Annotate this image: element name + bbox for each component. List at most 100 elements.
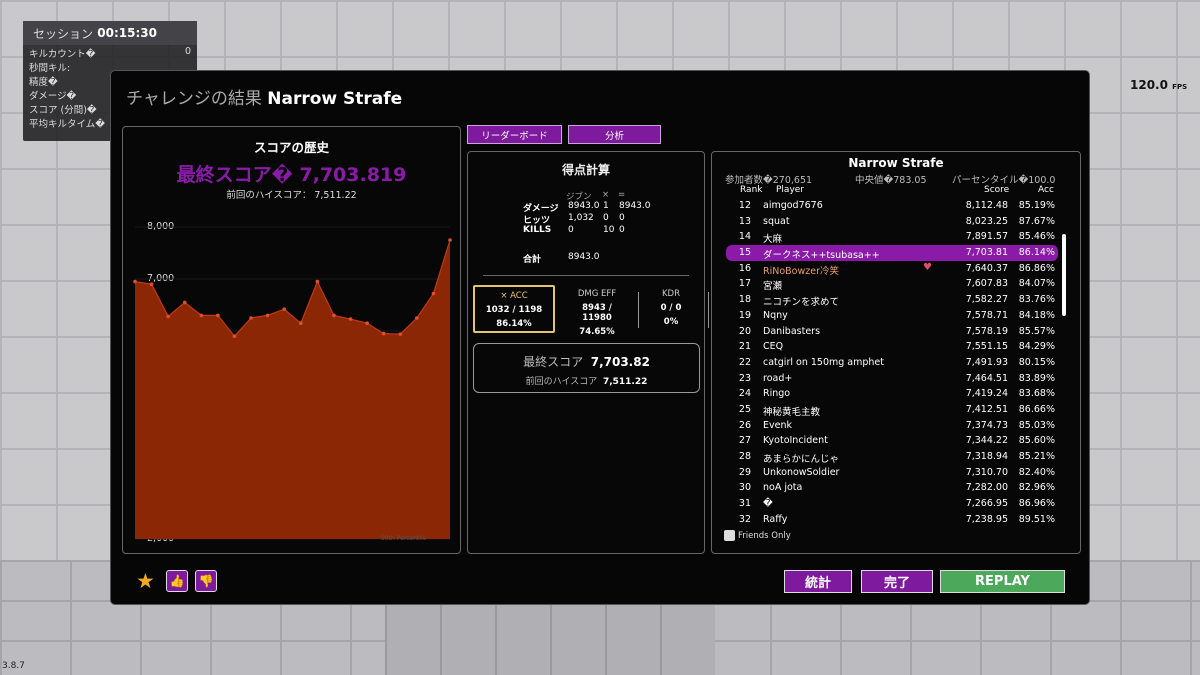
player-accuracy: 82.40%: [1018, 466, 1055, 478]
leaderboard-row[interactable]: 32 Raffy 7,238.95 89.51%: [726, 512, 1058, 528]
player-score: 7,419.24: [965, 388, 1008, 400]
rank: 14: [738, 231, 751, 243]
score-point: [282, 307, 287, 311]
calc-row-multiplier: 10: [603, 225, 615, 235]
rank: 31: [738, 498, 751, 510]
leaderboard-row[interactable]: 23 road+ 7,464.51 83.89%: [726, 371, 1058, 387]
final-score-line: 最終スコア 7,703.82: [474, 353, 699, 370]
rank: 16: [738, 262, 751, 274]
percentile: パーセンタイル�100.0: [952, 175, 1056, 186]
session-hud-header: セッション 00:15:30: [23, 21, 197, 45]
stat-box[interactable]: DMG EFF 8943 / 11980 74.65%: [566, 285, 628, 337]
thumbs-down-icon[interactable]: 👎: [195, 570, 217, 592]
stat-box[interactable]: KDR 0 / 0 0%: [640, 285, 702, 333]
thumbs-up-icon[interactable]: 👍: [166, 570, 188, 592]
rank: 13: [738, 215, 751, 227]
session-stat-label: 平均キルタイム�: [29, 119, 106, 130]
calc-row-label: KILLS: [523, 225, 552, 235]
fps-counter: 120.0 FPS: [1130, 78, 1187, 92]
median-score: 中央値�783.05: [855, 175, 927, 186]
player-name: ニコチンを求めて: [763, 297, 840, 309]
calc-row: KILLS 0 10 0: [523, 225, 625, 235]
rank: 26: [738, 419, 751, 431]
player-score: 7,551.15: [965, 341, 1008, 353]
leaderboard-row[interactable]: 26 Evenk 7,374.73 85.03%: [726, 418, 1058, 434]
rank: 27: [738, 435, 751, 447]
player-score: 8,023.25: [965, 215, 1008, 227]
score-area: [135, 240, 450, 539]
col-rank: Rank: [740, 185, 763, 195]
calc-total-label: 合計: [523, 255, 542, 265]
score-point: [298, 321, 303, 325]
player-name: Raffy: [763, 513, 788, 525]
leaderboard-panel: Narrow Strafe 参加者数�270,651 中央値�783.05 パー…: [711, 151, 1081, 554]
player-score: 7,891.57: [965, 231, 1008, 243]
stat-ratio: 0 / 0: [660, 303, 682, 313]
calc-row-self: 0: [568, 225, 574, 235]
player-score: 8,112.48: [965, 200, 1008, 211]
favorite-star-icon[interactable]: ★: [136, 570, 155, 592]
player-score: 7,582.27: [965, 294, 1008, 306]
player-name: Evenk: [763, 419, 792, 431]
tab-analysis[interactable]: 分析: [568, 125, 661, 144]
leaderboard-row[interactable]: 21 CEQ 7,551.15 84.29%: [726, 339, 1058, 355]
leaderboard-row[interactable]: 28 あまらかにんじゃ 7,318.94 85.21%: [726, 449, 1058, 465]
rank: 25: [738, 403, 751, 415]
stats-button[interactable]: 統計: [784, 570, 852, 593]
player-score: 7,238.95: [965, 513, 1008, 525]
leaderboard-row[interactable]: 31 � 7,266.95 86.96%: [726, 496, 1058, 512]
session-stat-row: キルカウント� 0: [23, 45, 197, 60]
friends-only-checkbox[interactable]: [724, 530, 735, 541]
player-name: RiNoBowzer冷笑: [763, 265, 839, 277]
stat-box[interactable]: × ACC 1032 / 1198 86.14%: [473, 285, 555, 333]
leaderboard-row[interactable]: 20 Danibasters 7,578.19 85.57%: [726, 324, 1058, 340]
leaderboard-scrollbar[interactable]: [1062, 234, 1066, 316]
calc-title: 得点計算: [561, 163, 610, 177]
player-accuracy: 83.89%: [1018, 372, 1055, 384]
leaderboard-row[interactable]: 14 大麻 7,891.57 85.46%: [726, 229, 1058, 245]
score-history-panel: スコアの歴史 最終スコア� 7,703.819 前回のハイスコア： 7,511.…: [122, 126, 461, 554]
player-accuracy: 83.76%: [1018, 294, 1055, 306]
leaderboard-row[interactable]: 24 Ringo 7,419.24 83.68%: [726, 386, 1058, 402]
player-name: 宮瀬: [763, 281, 783, 293]
leaderboard-row[interactable]: 16 RiNoBowzer冷笑 7,640.37 86.86% ♥: [726, 261, 1058, 277]
leaderboard-row[interactable]: 19 Nqny 7,578.71 84.18%: [726, 308, 1058, 324]
rank: 22: [738, 356, 751, 368]
calc-header-times: ×: [602, 190, 610, 200]
leaderboard-row[interactable]: 13 squat 8,023.25 87.67%: [726, 214, 1058, 230]
leaderboard-row[interactable]: 22 catgirl on 150mg amphet 7,491.93 80.15%: [726, 355, 1058, 371]
leaderboard-row[interactable]: 17 宮瀬 7,607.83 84.07%: [726, 276, 1058, 292]
player-accuracy: 82.96%: [1018, 482, 1055, 494]
leaderboard-row[interactable]: 12 aimgod7676 8,112.48 85.19%: [726, 198, 1058, 214]
friends-only-toggle[interactable]: Friends Only: [724, 530, 791, 541]
stat-percent: 86.14%: [496, 319, 532, 329]
rank: 23: [738, 372, 751, 384]
leaderboard-row[interactable]: 29 UnkonowSoldier 7,310.70 82.40%: [726, 465, 1058, 481]
score-calculation-panel: 得点計算 ジブン × = ダメージ 8943.0 1 8943.0 ヒッツ 1,032 0 0…: [467, 151, 709, 554]
player-score: 7,491.93: [965, 356, 1008, 368]
friends-only-label: Friends Only: [738, 530, 791, 541]
window-title-scenario: Narrow Strafe: [267, 89, 403, 109]
score-point: [332, 313, 336, 318]
leaderboard-row[interactable]: 25 神秘黄毛主教 7,412.51 86.66%: [726, 402, 1058, 418]
player-name: UnkonowSoldier: [763, 466, 840, 478]
done-button[interactable]: 完了: [861, 570, 933, 593]
session-stat-label: キルカウント�: [29, 49, 96, 60]
session-stat-value: 0: [184, 46, 191, 57]
rank: 19: [738, 309, 751, 321]
player-name: catgirl on 150mg amphet: [763, 356, 884, 368]
leaderboard-list[interactable]: 12 aimgod7676 8,112.48 85.19% 13 squat 8,023.2…: [726, 198, 1058, 528]
calc-total-row: 合計 8943.0: [523, 252, 600, 265]
version-label: 3.8.7: [2, 661, 25, 671]
tab-leaderboard[interactable]: リーダーボード: [467, 125, 562, 144]
leaderboard-row[interactable]: 27 KyotoIncident 7,344.22 85.60%: [726, 433, 1058, 449]
calc-total-value: 8943.0: [568, 252, 600, 262]
leaderboard-row[interactable]: 18 ニコチンを求めて 7,582.27 83.76%: [726, 292, 1058, 308]
score-history-chart: [133, 226, 452, 540]
replay-button[interactable]: REPLAY: [940, 570, 1065, 593]
leaderboard-row[interactable]: 30 noA jota 7,282.00 82.96%: [726, 480, 1058, 496]
player-score: 7,266.95: [965, 498, 1008, 510]
rank: 28: [738, 451, 751, 462]
leaderboard-row[interactable]: 15 ダークネス++tsubasa++ 7,703.81 86.14%: [726, 245, 1058, 261]
fps-value: 120.0: [1130, 78, 1168, 92]
